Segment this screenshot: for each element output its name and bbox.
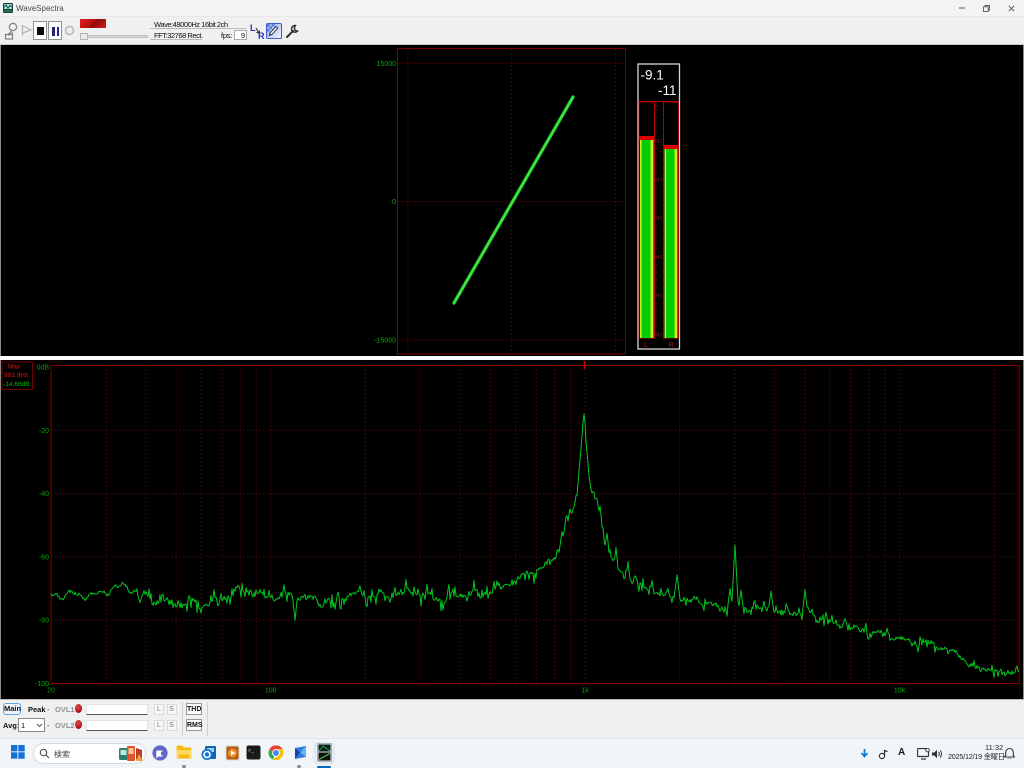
svg-text:-10: -10 [655,139,662,145]
svg-text:-50: -50 [655,294,662,300]
svg-text:>_: >_ [248,748,255,754]
svg-text:10k: 10k [894,688,906,695]
svg-text:993.9Hz: 993.9Hz [4,372,28,379]
svg-text:-30: -30 [655,216,662,222]
svg-text:R: R [668,342,673,349]
svg-text:-40: -40 [39,491,49,498]
svg-text:1k: 1k [581,688,589,695]
svg-text:-14.66dB: -14.66dB [3,381,29,388]
svg-text:-9.1: -9.1 [641,68,664,83]
svg-text:L: L [250,23,256,33]
svg-text:20: 20 [47,688,55,695]
svg-text:Max: Max [8,364,21,371]
svg-text:-80: -80 [39,618,49,625]
svg-text:-11: -11 [658,83,677,98]
svg-text:-60: -60 [655,332,662,338]
svg-text:-20: -20 [655,178,662,184]
svg-text:100: 100 [265,688,277,695]
svg-text:0: 0 [392,199,396,206]
svg-text:0dB: 0dB [37,365,50,372]
svg-text:0: 0 [655,103,658,109]
svg-text:-40: -40 [655,255,662,261]
svg-text:-20: -20 [39,428,49,435]
svg-text:L: L [644,342,648,349]
svg-text:-60: -60 [39,554,49,561]
svg-text:-15000: -15000 [374,338,396,345]
svg-text:15000: 15000 [377,61,397,68]
